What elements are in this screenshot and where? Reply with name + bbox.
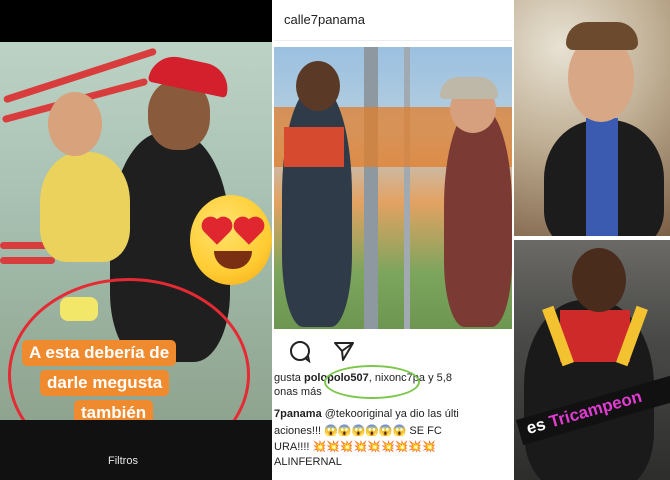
- baby-head: [48, 92, 102, 156]
- post-account-name[interactable]: calle7panama: [284, 12, 365, 27]
- heart-eye-icon: [236, 219, 262, 245]
- green-annotation-circle: [324, 365, 420, 399]
- hair: [566, 22, 638, 50]
- likes-count: y 5,8: [425, 372, 452, 384]
- instagram-post: calle7panama gusta polopolo507, nixonc7p…: [274, 0, 512, 480]
- story-bottom-bar: [0, 420, 272, 480]
- likes-line-2: onas más: [274, 386, 322, 398]
- share-icon[interactable]: [332, 339, 356, 363]
- vest: [284, 127, 344, 167]
- story-text-sticker-line: A esta debería de: [22, 340, 177, 366]
- post-actions: [274, 335, 512, 365]
- playground-rail: [0, 257, 55, 264]
- caption-line: 7panama @tekooriginal ya dio las últi: [274, 408, 459, 420]
- caption-text: @tekooriginal ya dio las últi: [321, 408, 459, 420]
- man-figure: [444, 107, 512, 327]
- athlete-head: [572, 248, 626, 312]
- heart-eye-icon: [204, 219, 230, 245]
- story-text-sticker-line: darle megusta: [40, 370, 170, 396]
- caption-line: ALINFERNAL: [274, 456, 342, 468]
- cap: [440, 77, 498, 99]
- athlete-photo: [514, 240, 670, 480]
- scaffold-pole: [364, 47, 378, 329]
- scaffold-pole: [404, 47, 410, 329]
- blue-shirt: [586, 118, 618, 236]
- emoji-mouth: [214, 251, 252, 269]
- story-top-bar: [0, 0, 272, 42]
- post-header: calle7panama: [274, 0, 512, 41]
- post-photo: [274, 47, 512, 329]
- heart-eyes-emoji-icon: [190, 195, 272, 285]
- likes-prefix: gusta: [274, 372, 304, 384]
- portrait-photo: [514, 0, 670, 236]
- woman-head: [296, 61, 340, 111]
- filters-label[interactable]: Filtros: [108, 455, 138, 467]
- baby-figure: [40, 152, 130, 262]
- caption-line: aciones!!! 😱😱😱😱😱😱 SE FC: [274, 425, 442, 437]
- comment-icon[interactable]: [288, 339, 312, 363]
- woman-figure: [282, 87, 352, 327]
- story-screenshot: A esta debería de darle megusta también …: [0, 0, 272, 480]
- caption-account[interactable]: 7panama: [274, 408, 322, 420]
- caption-line: URA!!!! 💥💥💥💥💥💥💥💥💥: [274, 441, 436, 453]
